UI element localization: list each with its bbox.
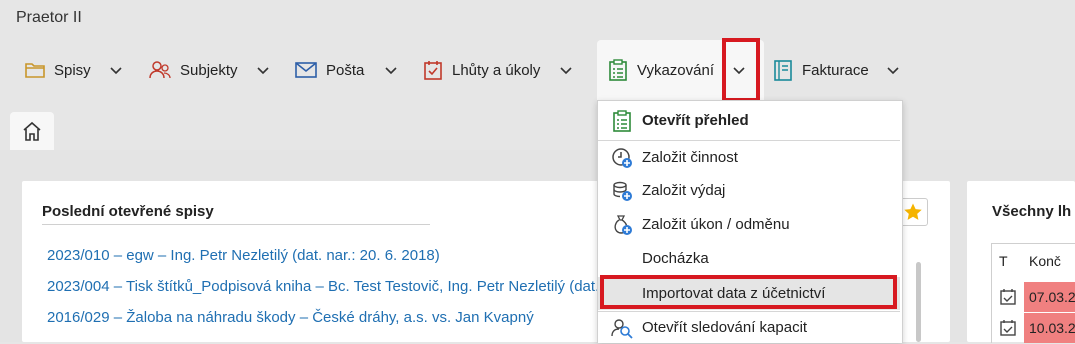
home-icon xyxy=(23,121,41,141)
menu-item-label: Otevřít sledování kapacit xyxy=(642,319,808,336)
moneybag-plus-icon xyxy=(614,214,632,235)
nav-lhuty-label: Lhůty a úkoly xyxy=(452,61,541,79)
column-header-type[interactable]: T xyxy=(999,244,1008,278)
nav-lhuty[interactable]: Lhůty a úkoly xyxy=(422,40,540,100)
column-header-ends[interactable]: Konč xyxy=(1029,244,1061,278)
recent-file-link-partial[interactable] xyxy=(47,337,597,342)
app-title: Praetor II xyxy=(16,9,82,26)
nav-fakturace[interactable]: Fakturace xyxy=(772,40,869,100)
chevron-down-icon[interactable] xyxy=(255,62,271,78)
folder-icon xyxy=(25,63,45,78)
highlight-vykazovani-dropdown-toggle xyxy=(722,38,760,102)
chevron-down-icon[interactable] xyxy=(885,62,901,78)
recent-file-link[interactable]: 2016/029 – Žaloba na náhradu škody – Čes… xyxy=(47,309,534,326)
chevron-down-icon[interactable] xyxy=(383,62,399,78)
deadlines-title: Všechny lh xyxy=(992,203,1072,220)
people-icon xyxy=(149,61,171,79)
coins-plus-icon xyxy=(613,181,632,201)
nav-fakturace-label: Fakturace xyxy=(802,61,869,79)
chevron-down-icon[interactable] xyxy=(108,62,124,78)
clipboard-list-icon xyxy=(613,109,631,132)
chevron-down-icon[interactable] xyxy=(558,62,574,78)
menu-item-label: Založit výdaj xyxy=(642,182,726,199)
menu-item-open-overview[interactable]: Otevřít přehled xyxy=(598,104,900,137)
highlight-import-accounting xyxy=(600,275,897,309)
deadlines-table: T Konč 07.03.20 10.03.20 xyxy=(991,243,1075,343)
menu-item-create-fee[interactable]: Založit úkon / odměnu xyxy=(598,208,900,241)
menu-item-create-activity[interactable]: Založit činnost xyxy=(598,141,900,174)
task-type-cell xyxy=(992,313,1024,343)
star-icon xyxy=(904,203,922,220)
tab-home[interactable] xyxy=(10,112,54,150)
menu-item-label: Založit úkon / odměnu xyxy=(642,216,790,233)
nav-posta-label: Pošta xyxy=(326,61,365,79)
menu-item-label: Otevřít přehled xyxy=(642,112,749,129)
deadline-date-cell[interactable]: 10.03.20 xyxy=(1024,313,1075,343)
mail-icon xyxy=(295,62,317,78)
menu-item-label: Založit činnost xyxy=(642,149,738,166)
recent-files-title: Poslední otevřené spisy xyxy=(42,203,214,220)
nav-spisy[interactable]: Spisy xyxy=(24,40,91,100)
divider xyxy=(42,224,430,225)
scrollbar[interactable] xyxy=(916,262,921,342)
recent-file-link[interactable]: 2023/010 – egw – Ing. Petr Nezletilý (da… xyxy=(47,247,440,264)
task-type-cell xyxy=(992,282,1024,312)
calendar-check-icon xyxy=(424,61,442,80)
clipboard-list-icon xyxy=(609,59,627,81)
calendar-check-icon xyxy=(1000,289,1016,305)
calendar-check-icon xyxy=(1000,320,1016,336)
menu-item-capacity-tracking[interactable]: Otevřít sledování kapacit xyxy=(598,311,900,344)
nav-subjekty[interactable]: Subjekty xyxy=(148,40,238,100)
menu-item-create-expense[interactable]: Založit výdaj xyxy=(598,174,900,207)
people-search-icon xyxy=(611,318,633,339)
menu-item-attendance[interactable]: Docházka xyxy=(598,242,900,275)
menu-item-label: Docházka xyxy=(642,250,709,267)
main-nav: Spisy Subjekty Pošta Lhůty a úkoly Vykaz… xyxy=(0,40,1075,100)
nav-spisy-label: Spisy xyxy=(54,61,91,79)
recent-file-link[interactable]: 2023/004 – Tisk štítků_Podpisová kniha –… xyxy=(47,278,612,295)
nav-vykazovani[interactable]: Vykazování xyxy=(607,40,714,100)
nav-vykazovani-label: Vykazování xyxy=(637,61,714,79)
invoice-icon xyxy=(774,60,792,81)
nav-posta[interactable]: Pošta xyxy=(294,40,364,100)
deadline-date-cell[interactable]: 07.03.20 xyxy=(1024,282,1075,312)
clock-plus-icon xyxy=(612,147,632,168)
nav-subjekty-label: Subjekty xyxy=(180,61,238,79)
